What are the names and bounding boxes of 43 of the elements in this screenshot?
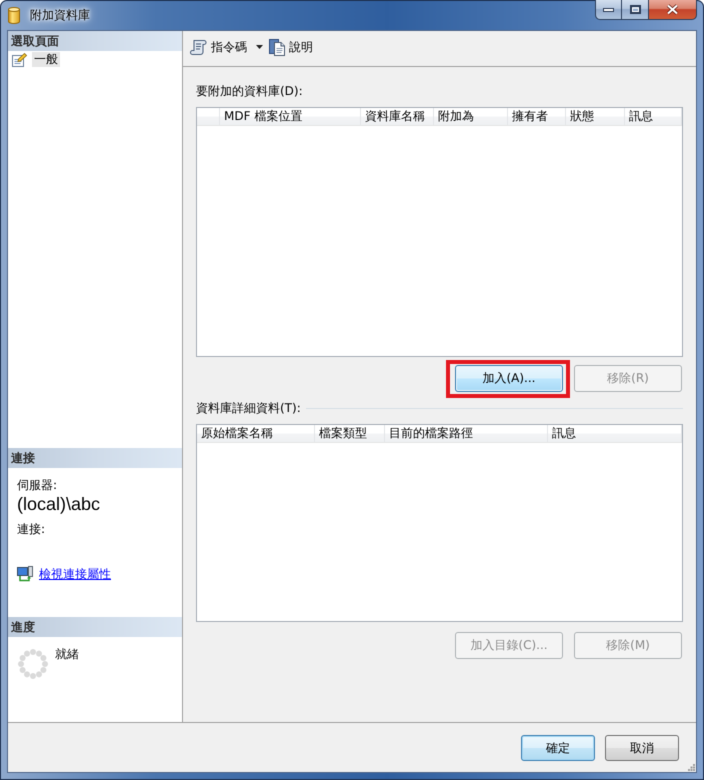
column-header[interactable]: 訊息: [625, 108, 682, 125]
book-icon: [269, 38, 285, 56]
list-view[interactable]: MDF 檔案位置 資料庫名稱 附加為 擁有者 狀態 訊息: [196, 107, 683, 357]
section-header: 選取頁面: [8, 31, 182, 51]
page-item[interactable]: 一般: [32, 52, 60, 67]
column-header[interactable]: 原始檔案名稱: [197, 425, 315, 442]
spinner-icon: [18, 649, 48, 679]
window-title: 附加資料庫: [30, 7, 90, 24]
monitor-icon: [17, 566, 33, 582]
page-pencil-icon: [12, 52, 27, 66]
resize-grip-icon: [688, 764, 695, 771]
column-header[interactable]: 狀態: [566, 108, 625, 125]
section-header: 進度: [8, 617, 182, 637]
push-button[interactable]: 加入(A)...: [455, 365, 563, 392]
maximize-button[interactable]: [621, 0, 648, 20]
field-label: 要附加的資料庫(D):: [196, 84, 303, 98]
column-header[interactable]: MDF 檔案位置: [220, 108, 361, 125]
close-icon: [666, 4, 679, 15]
column-header[interactable]: 訊息: [548, 425, 682, 442]
minimize-icon: [603, 8, 614, 12]
column-header[interactable]: 目前的檔案路徑: [385, 425, 548, 442]
scroll-icon: [190, 38, 207, 56]
group-label: 資料庫詳細資料(T):: [196, 401, 301, 415]
minimize-button[interactable]: [595, 0, 621, 20]
script-button[interactable]: 指令碼: [189, 38, 248, 56]
connection-properties-link[interactable]: 檢視連接屬性: [39, 566, 111, 582]
column-header[interactable]: 檔案類型: [315, 425, 385, 442]
dialog-button[interactable]: 確定: [521, 735, 595, 761]
caret-icon: [256, 45, 263, 49]
maximize-icon: [630, 5, 640, 14]
connection-label: 連接:: [17, 522, 46, 536]
column-header[interactable]: 附加為: [434, 108, 508, 125]
status-text: 就緒: [55, 647, 79, 661]
list-view[interactable]: 原始檔案名稱 檔案類型 目前的檔案路徑 訊息: [196, 424, 683, 622]
column-header[interactable]: 資料庫名稱: [361, 108, 434, 125]
column-header[interactable]: 擁有者: [508, 108, 566, 125]
server-label: 伺服器:: [17, 478, 58, 492]
server-name: (local)\abc: [17, 494, 100, 514]
help-button[interactable]: 說明: [268, 38, 314, 56]
database-icon: [8, 7, 20, 24]
dialog-button[interactable]: 取消: [605, 735, 679, 761]
close-button[interactable]: [648, 0, 697, 20]
section-header: 連接: [8, 448, 182, 468]
